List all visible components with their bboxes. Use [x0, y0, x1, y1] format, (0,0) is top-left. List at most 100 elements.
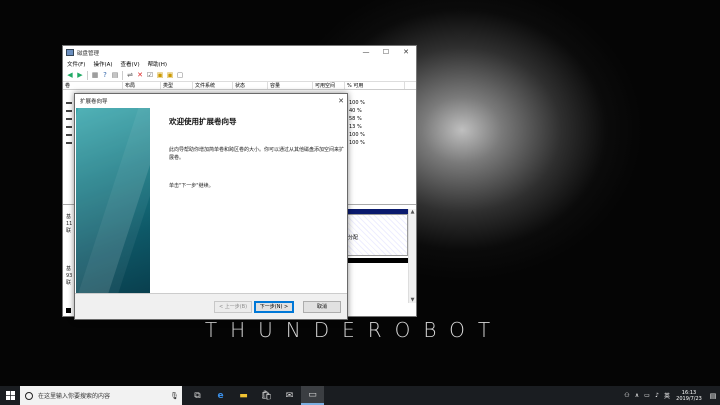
- scroll-up-icon[interactable]: ▲: [409, 209, 416, 215]
- table-cell: 100 %: [349, 100, 365, 106]
- search-placeholder: 在这里输入你要搜索的内容: [38, 393, 111, 400]
- task-view-icon[interactable]: ⧉: [186, 386, 209, 405]
- windows-logo-icon: [5, 391, 15, 400]
- properties-icon[interactable]: ▢: [176, 71, 184, 79]
- disk-size: 93: [66, 273, 73, 279]
- vertical-scrollbar[interactable]: ▲ ▼: [408, 209, 416, 303]
- col-status[interactable]: 状态: [233, 82, 268, 89]
- disk-type: 基: [66, 214, 72, 220]
- system-tray: ⚇ ∧ ▭ ♪ 英 16:13 2019/7/23 ▤: [622, 386, 720, 405]
- list-item[interactable]: [66, 107, 74, 115]
- list-view-icon[interactable]: ▤: [111, 71, 119, 79]
- wizard-side-banner: [76, 108, 150, 293]
- disk-management-icon: [66, 49, 74, 56]
- back-arrow-icon[interactable]: ◀: [66, 71, 74, 79]
- menu-action[interactable]: 操作(A): [93, 60, 112, 68]
- drive-icon: [66, 110, 72, 112]
- col-volume[interactable]: 卷: [63, 82, 123, 89]
- menu-help[interactable]: 帮助(H): [148, 60, 167, 68]
- clock-date: 2019/7/23: [676, 395, 702, 402]
- close-button[interactable]: ✕: [396, 46, 416, 59]
- grid-view-icon[interactable]: ▦: [91, 71, 99, 79]
- drive-icon: [66, 126, 72, 128]
- help-icon[interactable]: ?: [101, 71, 109, 79]
- col-type[interactable]: 类型: [161, 82, 193, 89]
- toolbar: ◀ ▶ ▦ ? ▤ ⇌ ✕ ☑ ▣ ▣ ▢: [63, 69, 416, 82]
- cancel-button[interactable]: 取消: [303, 301, 341, 313]
- edge-browser-icon[interactable]: e: [209, 386, 232, 405]
- disk-1-label[interactable]: 基 93 联: [66, 266, 72, 287]
- table-cell: 100 %: [349, 132, 365, 138]
- store-icon[interactable]: 🛍: [255, 386, 278, 405]
- title-bar[interactable]: 磁盘管理 — ☐ ✕: [63, 46, 416, 59]
- minimize-button[interactable]: —: [356, 46, 376, 59]
- disk-management-taskbar-icon[interactable]: ▭: [301, 386, 324, 405]
- people-icon[interactable]: ⚇: [622, 392, 632, 399]
- table-cell: 100 %: [349, 140, 365, 146]
- disk-status: 联: [66, 280, 72, 286]
- taskbar-apps: ⧉ e ▬ 🛍 ✉ ▭: [186, 386, 324, 405]
- wizard-title: 扩展卷向导: [80, 98, 108, 105]
- disk-0-label[interactable]: 基 11 联: [66, 214, 72, 235]
- back-button[interactable]: < 上一步(B): [214, 301, 252, 313]
- disk-status: 联: [66, 228, 72, 234]
- delete-icon[interactable]: ✕: [136, 71, 144, 79]
- next-button[interactable]: 下一步(N) >: [254, 301, 294, 313]
- chevron-up-icon[interactable]: ∧: [632, 392, 642, 399]
- taskbar-search-box[interactable]: 在这里输入你要搜索的内容 🎙: [20, 386, 182, 405]
- drive-icon: [66, 118, 72, 120]
- volume-list-header: 卷 布局 类型 文件系统 状态 容量 可用空间 % 可用: [63, 82, 416, 90]
- wizard-instruction: 单击"下一步"继续。: [169, 183, 214, 189]
- wizard-heading: 欢迎使用扩展卷向导: [169, 117, 237, 126]
- wizard-description: 此向导帮助你增加简单卷和跨区卷的大小。你可以通过从其他磁盘添加空间来扩展卷。: [169, 147, 345, 161]
- brand-logo-text: THUNDEROBOT: [204, 318, 504, 342]
- volume-icons: [66, 99, 74, 147]
- list-item[interactable]: [66, 131, 74, 139]
- list-item[interactable]: [66, 139, 74, 147]
- disk-type: 基: [66, 266, 72, 272]
- search-folder-icon[interactable]: ▣: [156, 71, 164, 79]
- open-folder-icon[interactable]: ▣: [166, 71, 174, 79]
- list-item[interactable]: [66, 99, 74, 107]
- clock[interactable]: 16:13 2019/7/23: [672, 390, 706, 402]
- col-free-space[interactable]: 可用空间: [313, 82, 345, 89]
- cortana-icon: [25, 391, 33, 400]
- percent-free-values: 100 % 40 % 58 % 13 % 100 % 100 %: [346, 99, 406, 147]
- check-icon[interactable]: ☑: [146, 71, 154, 79]
- mail-icon[interactable]: ✉: [278, 386, 301, 405]
- table-cell: 40 %: [349, 108, 362, 114]
- col-filesystem[interactable]: 文件系统: [193, 82, 233, 89]
- file-explorer-icon[interactable]: ▬: [232, 386, 255, 405]
- close-icon[interactable]: ✕: [335, 97, 347, 105]
- col-percent-free[interactable]: % 可用: [345, 82, 405, 89]
- window-title: 磁盘管理: [77, 50, 100, 57]
- taskbar: 在这里输入你要搜索的内容 🎙 ⧉ e ▬ 🛍 ✉ ▭ ⚇ ∧ ▭ ♪ 英 16:…: [0, 386, 720, 405]
- drive-icon: [66, 102, 72, 104]
- ime-icon[interactable]: 英: [662, 391, 672, 400]
- unallocated-header-bar: [346, 258, 408, 263]
- table-cell: 13 %: [349, 124, 362, 130]
- list-item[interactable]: [66, 123, 74, 131]
- drive-icon: [66, 142, 72, 144]
- col-capacity[interactable]: 容量: [268, 82, 313, 89]
- legend-swatch: [66, 308, 71, 313]
- menu-bar: 文件(F) 操作(A) 查看(V) 帮助(H): [63, 59, 416, 69]
- extend-volume-wizard[interactable]: 扩展卷向导 ✕ 欢迎使用扩展卷向导 此向导帮助你增加简单卷和跨区卷的大小。你可以…: [74, 93, 348, 320]
- menu-file[interactable]: 文件(F): [67, 60, 85, 68]
- network-icon[interactable]: ▭: [642, 392, 652, 399]
- partition-label: 分配: [348, 235, 359, 241]
- wizard-footer: < 上一步(B) 下一步(N) > 取消: [75, 293, 347, 319]
- table-cell: 58 %: [349, 116, 362, 122]
- maximize-button[interactable]: ☐: [376, 46, 396, 59]
- connect-icon[interactable]: ⇌: [126, 71, 134, 79]
- microphone-icon[interactable]: 🎙: [170, 392, 182, 400]
- scroll-down-icon[interactable]: ▼: [409, 297, 416, 303]
- volume-icon[interactable]: ♪: [652, 392, 662, 399]
- action-center-icon[interactable]: ▤: [706, 392, 720, 400]
- wizard-title-bar[interactable]: 扩展卷向导 ✕: [75, 94, 347, 107]
- col-layout[interactable]: 布局: [123, 82, 161, 89]
- forward-arrow-icon[interactable]: ▶: [76, 71, 84, 79]
- menu-view[interactable]: 查看(V): [121, 60, 140, 68]
- list-item[interactable]: [66, 115, 74, 123]
- start-button[interactable]: [0, 386, 20, 405]
